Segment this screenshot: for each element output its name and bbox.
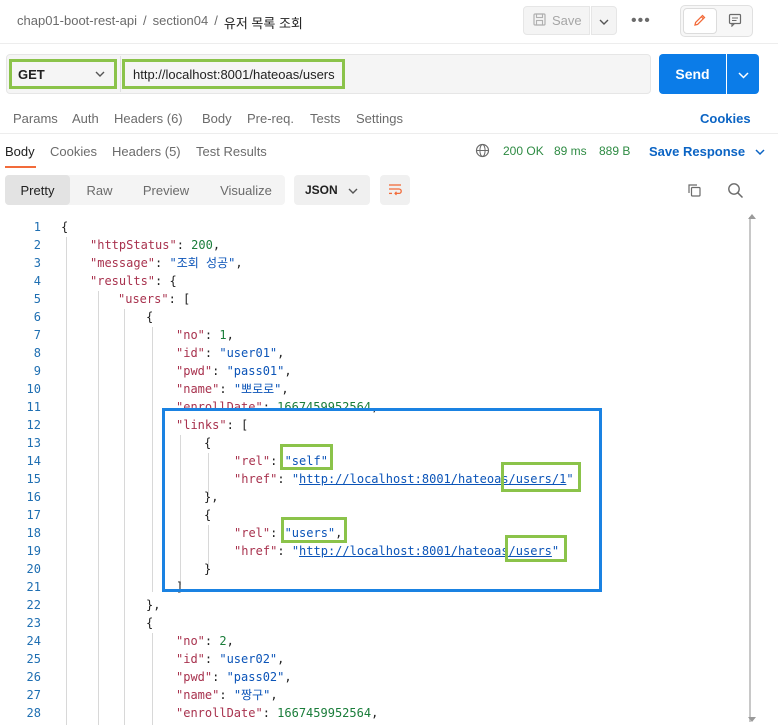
code-text: { (61, 220, 69, 234)
response-time: 89 ms (554, 144, 587, 158)
breadcrumb-collection[interactable]: chap01-boot-rest-api (17, 13, 137, 32)
chevron-down-icon (348, 183, 358, 197)
copy-icon[interactable] (687, 183, 702, 201)
edit-mode-button[interactable] (683, 8, 717, 34)
format-visualize[interactable]: Visualize (207, 175, 285, 205)
href-users-highlight-box (505, 535, 567, 562)
edit-icon (693, 13, 707, 30)
save-icon (533, 12, 546, 29)
code-line: 23{ (26, 616, 154, 630)
wrap-icon (387, 182, 403, 199)
code-text: "results": { (90, 274, 177, 288)
tab-response-cookies[interactable]: Cookies (50, 144, 97, 159)
send-button[interactable]: Send (659, 54, 726, 94)
tab-auth[interactable]: Auth (72, 111, 99, 126)
tab-params[interactable]: Params (13, 111, 58, 126)
code-line: 3 "message": "조회 성공", (33, 256, 243, 270)
code-text: "enrollDate": 1667459952564, (176, 706, 379, 720)
tab-test-results[interactable]: Test Results (196, 144, 267, 159)
more-icon[interactable]: ••• (631, 12, 651, 30)
request-tabs: Params Auth Headers (6) Body Pre-req. Te… (0, 104, 778, 134)
code-line: 4 "results": { (33, 274, 177, 288)
comment-icon (728, 13, 742, 30)
code-line: 6{ (33, 310, 154, 324)
breadcrumb-request[interactable]: 유저 목록 조회 (224, 13, 303, 32)
code-text: "id": "user01", (176, 346, 285, 360)
scrollbar-thumb[interactable] (749, 217, 755, 722)
format-preview[interactable]: Preview (131, 175, 201, 205)
chevron-down-icon (599, 13, 609, 28)
language-select[interactable]: JSON (294, 175, 370, 205)
tab-pre-request[interactable]: Pre-req. (247, 111, 294, 126)
search-icon[interactable] (727, 182, 744, 202)
breadcrumb-folder[interactable]: section04 (153, 13, 209, 32)
code-text: { (146, 310, 154, 324)
save-button[interactable]: Save (523, 6, 590, 35)
cookies-link[interactable]: Cookies (700, 111, 751, 126)
format-raw[interactable]: Raw (72, 175, 127, 205)
code-text: "no": 1, (176, 328, 234, 342)
chevron-down-icon (737, 67, 749, 82)
code-text: "httpStatus": 200, (90, 238, 221, 252)
code-text: "name": "짱구", (176, 688, 278, 702)
code-text: "users": [ (118, 292, 191, 306)
url-divider (120, 56, 121, 92)
rel-users-highlight-box (281, 517, 347, 543)
chevron-down-icon (95, 68, 105, 83)
scroll-up-arrow-icon[interactable] (748, 214, 756, 219)
code-line: 28 "enrollDate": 1667459952564, (26, 706, 379, 720)
breadcrumb-separator: / (142, 13, 147, 28)
save-response-label: Save Response (649, 144, 746, 159)
code-line: 10 "name": "뽀로로", (26, 382, 289, 396)
code-text: "pwd": "pass01", (176, 364, 292, 378)
method-label: GET (18, 66, 45, 82)
globe-icon[interactable] (475, 143, 490, 161)
save-label: Save (552, 13, 582, 28)
language-label: JSON (305, 183, 338, 197)
href-self-highlight-box (501, 462, 581, 492)
code-text: "id": "user02", (176, 652, 285, 666)
send-dropdown-button[interactable] (727, 54, 759, 94)
url-input[interactable]: http://localhost:8001/hateoas/users (122, 59, 345, 89)
breadcrumb-separator: / (214, 13, 218, 28)
code-text: "message": "조회 성공", (90, 256, 243, 270)
code-line: 24 "no": 2, (26, 634, 234, 648)
code-line: 27 "name": "짱구", (26, 688, 278, 702)
tab-tests[interactable]: Tests (310, 111, 340, 126)
comment-mode-button[interactable] (719, 8, 751, 34)
tab-response-body[interactable]: Body (5, 144, 35, 159)
code-line: 26 "pwd": "pass02", (26, 670, 292, 684)
code-text: "pwd": "pass02", (176, 670, 292, 684)
tab-body[interactable]: Body (202, 111, 232, 126)
rel-self-highlight-box (280, 444, 333, 470)
code-text: }, (146, 598, 161, 612)
code-text: { (146, 616, 154, 630)
scroll-down-arrow-icon[interactable] (748, 717, 756, 722)
save-dropdown-button[interactable] (591, 6, 617, 35)
code-text: "no": 2, (176, 634, 234, 648)
code-line: 22}, (26, 598, 161, 612)
code-line: 9 "pwd": "pass01", (33, 364, 292, 378)
tab-response-headers[interactable]: Headers (5) (112, 144, 181, 159)
active-tab-indicator (5, 166, 36, 168)
code-text: "name": "뽀로로", (176, 382, 289, 396)
code-line: 8 "id": "user01", (33, 346, 285, 360)
wrap-button[interactable] (380, 175, 410, 205)
method-select[interactable]: GET (9, 59, 117, 89)
tab-settings[interactable]: Settings (356, 111, 403, 126)
workspace-header: chap01-boot-rest-api / section04 / 유저 목록… (0, 0, 778, 44)
code-line: 25 "id": "user02", (26, 652, 285, 666)
links-highlight-box (162, 408, 602, 592)
tab-headers[interactable]: Headers (6) (114, 111, 183, 126)
save-response-button[interactable]: Save Response (649, 144, 765, 159)
breadcrumb: chap01-boot-rest-api / section04 / 유저 목록… (17, 13, 303, 32)
code-line: 7 "no": 1, (33, 328, 234, 342)
code-line: 1{ (33, 220, 69, 234)
code-line: 5 "users": [ (33, 292, 191, 306)
code-line: 2 "httpStatus": 200, (33, 238, 221, 252)
status-code: 200 OK (503, 144, 544, 158)
format-pretty[interactable]: Pretty (5, 175, 70, 205)
response-size: 889 B (599, 144, 631, 158)
